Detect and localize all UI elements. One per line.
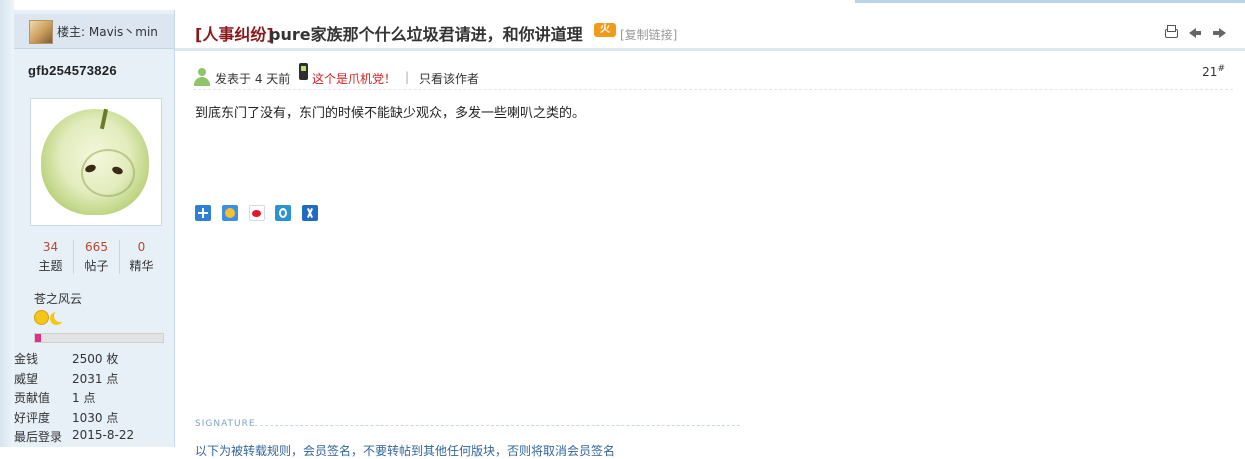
info-key: 最后登录	[14, 430, 63, 444]
info-row-prestige: 威望 2031 点	[14, 368, 174, 388]
user-online-icon	[193, 67, 211, 86]
floor-mark: #	[1217, 64, 1225, 74]
info-key: 金钱	[14, 352, 39, 366]
info-row-contribution: 贡献值 1 点	[14, 387, 174, 407]
mobile-client-link[interactable]: 这个是爪机党！	[312, 70, 396, 87]
info-value: 2031 点	[72, 371, 119, 386]
signature-divider	[255, 425, 740, 426]
page-left-margin	[0, 0, 14, 447]
stat-label: 主题	[38, 259, 63, 273]
info-value: 2015-8-22	[72, 428, 135, 442]
thread-title: pure家族那个什么垃圾君请进，和你讲道理	[269, 25, 583, 44]
share-plus-icon[interactable]	[195, 205, 211, 221]
apple-core	[81, 149, 135, 197]
info-value: 2500 枚	[72, 352, 119, 366]
smile-icon	[34, 310, 49, 325]
post-content: 到底东门了没有，东门的时候不能缺少观众，多发一些喇叭之类的。	[195, 106, 586, 121]
signature-label: SIGNATURE	[195, 419, 256, 429]
post-meta: 发表于 4 天前 这个是爪机党！ | 只看该作者 21#	[193, 63, 1233, 90]
thread-toolbar	[1159, 24, 1227, 43]
stat-label: 精华	[129, 259, 154, 273]
phone-icon	[299, 63, 308, 80]
meta-separator: |	[405, 70, 410, 84]
weibo-icon[interactable]	[248, 205, 265, 221]
owner-label[interactable]: 楼主: Mavis丶min	[57, 23, 158, 40]
thread-title-bar: [人事纠纷] pure家族那个什么垃圾君请进，和你讲道理 火 [复制链接]	[175, 10, 1245, 51]
print-icon[interactable]	[1163, 24, 1179, 40]
info-row-last-login: 最后登录 2015-8-22	[14, 426, 174, 446]
floor-value: 21	[1202, 65, 1218, 79]
author-stats: 34 主题 665 帖子 0 精华	[28, 240, 164, 276]
thread-owner-row: 楼主: Mavis丶min	[14, 14, 174, 49]
stat-label: 帖子	[84, 259, 109, 273]
pengyou-icon[interactable]	[275, 205, 292, 221]
stat-digest[interactable]: 0 精华	[119, 240, 164, 274]
info-key: 贡献值	[14, 391, 51, 405]
copy-link-button[interactable]: [复制链接]	[620, 26, 677, 43]
user-group[interactable]: 苍之风云	[34, 290, 82, 307]
author-avatar[interactable]	[30, 98, 162, 226]
info-key: 好评度	[14, 410, 51, 425]
stat-value: 0	[137, 240, 146, 254]
info-value: 1030 点	[72, 410, 119, 425]
share-bar	[195, 205, 325, 221]
stat-posts[interactable]: 665 帖子	[73, 240, 120, 274]
author-profile-sidebar: 楼主: Mavis丶min gfb254573826 34 主题 665 帖子 …	[14, 10, 175, 447]
top-strip	[0, 0, 1245, 10]
moon-icon	[50, 310, 66, 325]
stat-value: 34	[42, 240, 59, 254]
stat-value: 665	[85, 240, 108, 254]
apple-stem	[99, 108, 109, 130]
hot-thread-icon: 火	[594, 23, 616, 37]
top-accent-bar	[855, 0, 1245, 3]
signature-text[interactable]: 以下为被转载规则，会员签名，不要转帖到其他任何版块，否则将取消会员签名	[195, 442, 615, 459]
author-only-link[interactable]: 只看该作者	[419, 70, 479, 87]
info-key: 威望	[14, 371, 39, 386]
level-icons	[34, 310, 66, 328]
thread-category-tag[interactable]: [人事纠纷]	[195, 21, 274, 45]
apple-avatar-image	[41, 108, 149, 215]
renren-icon[interactable]	[302, 205, 319, 221]
qzone-icon[interactable]	[221, 205, 238, 221]
level-progress-fill	[35, 334, 42, 342]
info-row-rating: 好评度 1030 点	[14, 407, 174, 427]
post-time: 发表于 4 天前	[215, 72, 291, 86]
next-arrow-icon[interactable]	[1211, 24, 1227, 40]
author-info-list: 金钱 2500 枚 威望 2031 点 贡献值 1 点 好评度 1030 点 最…	[14, 348, 174, 446]
prev-arrow-icon[interactable]	[1187, 24, 1203, 40]
post-main: [人事纠纷] pure家族那个什么垃圾君请进，和你讲道理 火 [复制链接] 发表…	[175, 10, 1245, 458]
level-progress-bar	[34, 333, 164, 343]
info-row-money: 金钱 2500 枚	[14, 348, 174, 368]
author-username[interactable]: gfb254573826	[28, 63, 117, 78]
owner-avatar[interactable]	[29, 20, 53, 44]
floor-number[interactable]: 21#	[1202, 64, 1225, 79]
info-value: 1 点	[72, 391, 96, 405]
stat-threads[interactable]: 34 主题	[28, 240, 73, 274]
